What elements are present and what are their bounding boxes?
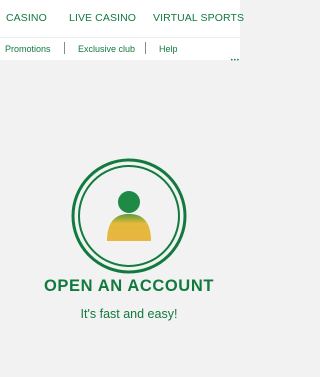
exclusive-club-link[interactable]: Exclusive club [78,44,135,54]
open-account-avatar-button[interactable] [71,158,187,274]
tab-virtual-sports[interactable]: VIRTUAL SPORTS [153,12,244,24]
tab-casino[interactable]: CASINO [6,12,47,24]
open-account-title[interactable]: OPEN AN ACCOUNT [0,277,258,296]
tab-live-casino[interactable]: LIVE CASINO [69,12,136,24]
help-link[interactable]: Help [159,44,178,54]
nav-divider [145,42,146,54]
top-navigation: CASINO LIVE CASINO VIRTUAL SPORTS [0,0,244,37]
secondary-navigation: Promotions Exclusive club Help [0,37,240,60]
promotions-link[interactable]: Promotions [5,44,51,54]
user-avatar-icon [71,158,187,274]
more-dots-icon: ••• [230,58,240,64]
open-account-subtitle: It's fast and easy! [80,307,178,321]
nav-divider [64,42,65,54]
